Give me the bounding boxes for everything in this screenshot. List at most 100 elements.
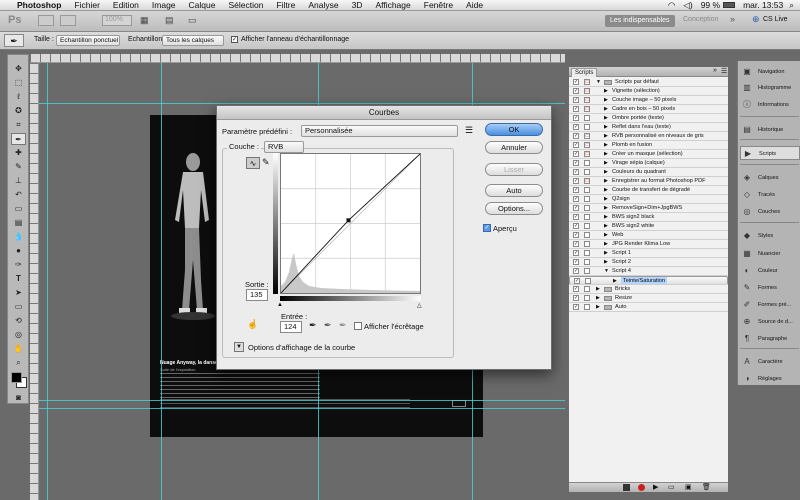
toggle-item-checkbox[interactable]: ✓ — [573, 259, 579, 265]
toggle-dialog-icon[interactable] — [584, 295, 590, 301]
toggle-item-checkbox[interactable]: ✓ — [573, 214, 579, 220]
gradient-tool-icon[interactable]: ▤ — [11, 217, 26, 229]
expand-triangle-icon[interactable]: ▼ — [596, 78, 601, 86]
clock[interactable]: mar. 13:53 — [743, 0, 783, 10]
action-set-row[interactable]: ✓ ▶ Bricks — [569, 285, 728, 294]
action-row[interactable]: ✓ ▭ ▶ Couche image – 50 pixels — [569, 96, 728, 105]
sample-size-select[interactable]: Echantillon ponctuel — [56, 35, 120, 46]
toggle-item-checkbox[interactable]: ✓ — [573, 160, 579, 166]
minibridge-icon[interactable] — [60, 15, 76, 26]
toggle-dialog-icon[interactable] — [584, 241, 590, 247]
expand-triangle-icon[interactable]: ▶ — [604, 222, 608, 230]
delete-icon[interactable]: 🗑 — [702, 483, 711, 491]
toggle-item-checkbox[interactable]: ✓ — [573, 268, 579, 274]
action-row[interactable]: ✓ ▶ Web — [569, 231, 728, 240]
pen-tool-icon[interactable]: ✑ — [11, 259, 26, 271]
dock-item-brushes[interactable]: ✎ Formes — [740, 281, 800, 295]
action-set-row[interactable]: ✓ ▶ Resize — [569, 294, 728, 303]
toggle-dialog-icon[interactable] — [584, 160, 590, 166]
toggle-dialog-icon[interactable] — [584, 286, 590, 292]
toggle-item-checkbox[interactable]: ✓ — [573, 250, 579, 256]
wifi-icon[interactable]: ◠ — [668, 0, 675, 11]
dock-item-navigator[interactable]: ▣ Navigation — [740, 65, 800, 79]
toggle-dialog-icon[interactable]: ▭ — [584, 97, 590, 103]
action-row[interactable]: ✓ ▭ ▶ Vignette (sélection) — [569, 87, 728, 96]
expand-triangle-icon[interactable]: ▶ — [604, 105, 608, 113]
move-tool-icon[interactable]: ✥ — [11, 63, 26, 75]
action-row[interactable]: ✓ ▶ Reflet dans l'eau (texte) — [569, 123, 728, 132]
toggle-item-checkbox[interactable]: ✓ — [573, 223, 579, 229]
cs-live-button[interactable]: CS Live — [763, 16, 788, 23]
options-button[interactable]: Options... — [485, 202, 543, 215]
curve-display-options-toggle[interactable]: ▼ — [234, 342, 244, 352]
toggle-item-checkbox[interactable]: ✓ — [573, 196, 579, 202]
toggle-dialog-icon[interactable]: ▭ — [584, 106, 590, 112]
black-eyedropper-icon[interactable]: ✒ — [309, 320, 317, 331]
brush-tool-icon[interactable]: ✎ — [11, 161, 26, 173]
dock-item-paragraph[interactable]: ¶ Paragraphe — [740, 332, 800, 346]
marquee-tool-icon[interactable]: ⬚ — [11, 77, 26, 89]
healing-brush-tool-icon[interactable]: ✚ — [11, 147, 26, 159]
expand-triangle-icon[interactable]: ▶ — [604, 132, 608, 140]
toggle-item-checkbox[interactable]: ✓ — [573, 169, 579, 175]
toggle-dialog-icon[interactable]: ▭ — [584, 79, 590, 85]
expand-triangle-icon[interactable]: ▶ — [604, 159, 608, 167]
white-point-slider[interactable]: △ — [417, 302, 422, 309]
toggle-dialog-icon[interactable] — [584, 169, 590, 175]
action-row[interactable]: ✓ ▭ ▶ Plomb en fusion — [569, 141, 728, 150]
arrange-documents-icon[interactable]: ▤ — [165, 15, 174, 26]
curves-graph[interactable] — [280, 153, 421, 294]
action-row[interactable]: ✓ ▶ Teinte/Saturation — [569, 276, 728, 285]
menu-app[interactable]: Photoshop — [17, 0, 61, 10]
toggle-dialog-icon[interactable] — [584, 259, 590, 265]
expand-triangle-icon[interactable]: ▼ — [604, 267, 609, 275]
dodge-tool-icon[interactable]: ● — [11, 245, 26, 257]
expand-triangle-icon[interactable]: ▶ — [604, 114, 608, 122]
new-set-icon[interactable]: ▭ — [668, 483, 675, 491]
expand-triangle-icon[interactable]: ▶ — [604, 177, 608, 185]
cancel-button[interactable]: Annuler — [485, 141, 543, 154]
dock-item-history[interactable]: ▤ Historique — [740, 123, 800, 137]
toggle-dialog-icon[interactable]: ▭ — [584, 151, 590, 157]
cs-live-icon[interactable]: ⊕ — [752, 14, 760, 25]
preview-checkbox[interactable]: ✓ — [483, 224, 491, 232]
target-adjustment-icon[interactable]: ☝ — [247, 319, 258, 330]
edit-points-curve-icon[interactable]: ∿ — [246, 157, 260, 169]
toggle-dialog-icon[interactable] — [584, 205, 590, 211]
toggle-dialog-icon[interactable] — [584, 304, 590, 310]
draw-curve-pencil-icon[interactable]: ✎ — [262, 157, 270, 168]
expand-triangle-icon[interactable]: ▶ — [604, 150, 608, 158]
toggle-item-checkbox[interactable]: ✓ — [573, 88, 579, 94]
view-extras-icon[interactable]: ▦ — [140, 15, 149, 26]
preset-options-icon[interactable]: ☰ — [465, 125, 473, 136]
action-row[interactable]: ✓ ▶ BWS sign2 black — [569, 213, 728, 222]
toggle-item-checkbox[interactable]: ✓ — [573, 124, 579, 130]
white-eyedropper-icon[interactable]: ✒ — [339, 320, 347, 331]
dock-item-swatches[interactable]: ▦ Nuancier — [740, 247, 800, 261]
path-selection-tool-icon[interactable]: ➤ — [11, 287, 26, 299]
action-row[interactable]: ✓ ▶ RemoveSign+Dim+JpgBWS — [569, 204, 728, 213]
expand-triangle-icon[interactable]: ▶ — [604, 96, 608, 104]
auto-button[interactable]: Auto — [485, 184, 543, 197]
toggle-item-checkbox[interactable]: ✓ — [573, 79, 579, 85]
quick-selection-tool-icon[interactable]: ✪ — [11, 105, 26, 117]
action-row[interactable]: ✓ ▶ Script 2 — [569, 258, 728, 267]
3d-rotate-tool-icon[interactable]: ⟲ — [11, 315, 26, 327]
toggle-dialog-icon[interactable] — [584, 187, 590, 193]
toggle-item-checkbox[interactable]: ✓ — [573, 151, 579, 157]
expand-triangle-icon[interactable]: ▶ — [604, 231, 608, 239]
expand-triangle-icon[interactable]: ▶ — [604, 87, 608, 95]
action-row[interactable]: ✓ ▶ Couleurs du quadrant — [569, 168, 728, 177]
toggle-dialog-icon[interactable]: ▭ — [584, 142, 590, 148]
input-field[interactable]: 124 — [280, 321, 302, 333]
expand-triangle-icon[interactable]: ▶ — [604, 258, 608, 266]
preset-select[interactable]: Personnalisée — [301, 125, 458, 137]
dock-item-channels[interactable]: ◎ Couches — [740, 205, 800, 219]
menu-item-4[interactable]: Calque — [189, 0, 216, 10]
dock-item-clone-source[interactable]: ⊕ Source de d... — [740, 315, 800, 329]
action-set-row[interactable]: ✓ ▭ ▼ Scripts par défaut — [569, 78, 728, 87]
smooth-button[interactable]: Lisser — [485, 163, 543, 176]
expand-triangle-icon[interactable]: ▶ — [613, 277, 617, 284]
expand-triangle-icon[interactable]: ▶ — [604, 240, 608, 248]
channel-select[interactable]: RVB — [264, 141, 304, 153]
